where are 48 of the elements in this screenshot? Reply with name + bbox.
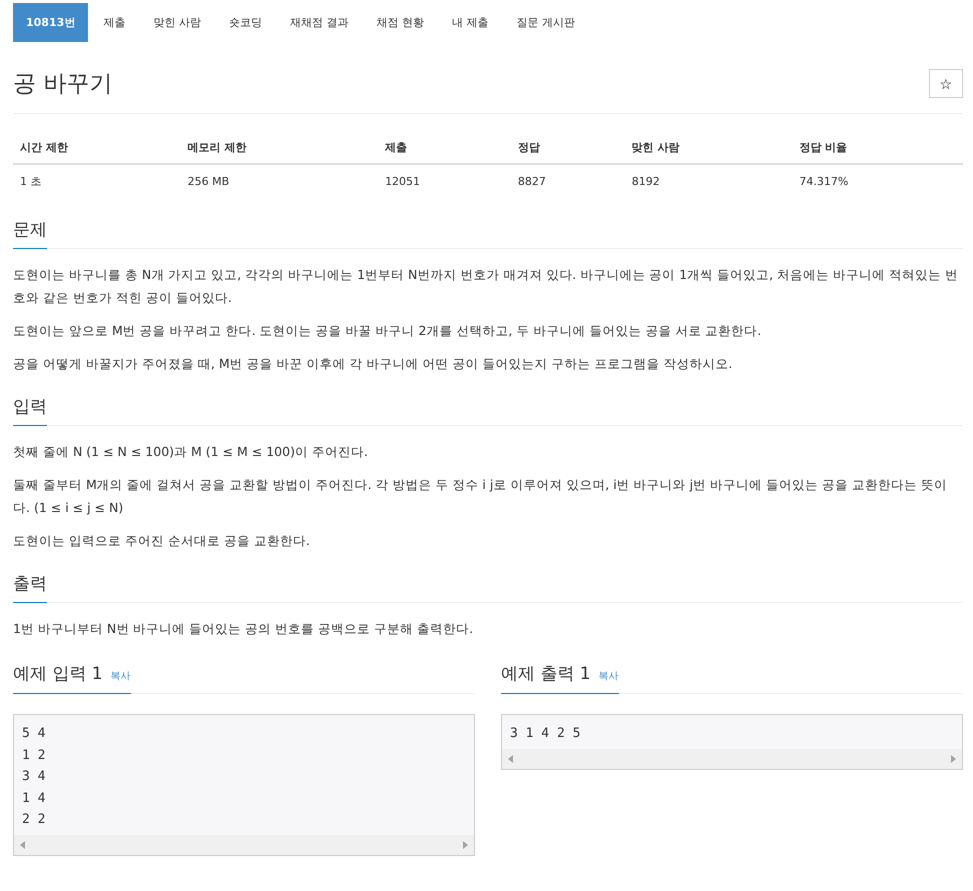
section-heading: 문제 [13,212,47,249]
paragraph: 첫째 줄에 N (1 ≤ N ≤ 100)과 M (1 ≤ M ≤ 100)이 주어진다. [13,443,369,461]
copy-link[interactable]: 복사 [110,669,131,683]
copy-link[interactable]: 복사 [598,669,619,683]
problem-tab[interactable]: 질문 게시판 [503,3,588,42]
table-cell: 74.317% [792,164,963,198]
table-cell: 1 초 [13,164,181,198]
code-line: 1 2 [22,746,46,764]
paragraph: 도현이는 바구니를 총 N개 가지고 있고, 각각의 바구니에는 1번부터 N번까지 번호가 매겨져 있다. 바구니에는 공이 1개씩 들어있고, 처음에는 바구니에 적혀있는 번호와 같은 번호가 적힌 공이 들어있다. [13,266,959,307]
problem-tab[interactable]: 10813번 [13,3,88,42]
column-header: 정답 [510,132,625,164]
sample-title: 예제 출력 1 [501,663,591,685]
code-line: 2 2 [22,811,46,829]
sample-title: 예제 입력 1 [13,663,103,685]
paragraph: 공을 어떻게 바꿀지가 주어졌을 때, M번 공을 바꾼 이후에 각 바구니에 어떤 공이 들어있는지 구하는 프로그램을 작성하시오. [13,355,734,373]
problem-title: 공 바꾸기 [13,70,112,99]
scroll-left-icon[interactable] [507,754,515,764]
section-heading: 입력 [13,389,47,426]
scroll-left-icon[interactable] [19,840,27,850]
section-heading: 출력 [13,566,47,603]
scroll-right-icon[interactable] [461,840,469,850]
paragraph: 도현이는 앞으로 M번 공을 바꾸려고 한다. 도현이는 공을 바꿀 바구니 2개를 선택하고, 두 바구니에 들어있는 공을 서로 교환한다. [13,322,762,340]
paragraph: 1번 바구니부터 N번 바구니에 들어있는 공의 번호를 공백으로 구분해 출력한다. [13,620,474,638]
column-header: 정답 비율 [792,132,963,164]
column-header: 시간 제한 [13,132,181,164]
table-cell: 256 MB [180,164,378,198]
paragraph: 둘째 줄부터 M개의 줄에 걸쳐서 공을 교환할 방법이 주어진다. 각 방법은 두 정수 i j로 이루어져 있으며, i번 바구니와 j번 바구니에 들어있는 공을 교환한다는 뜻이다. (1 ≤ i ≤ j ≤ N) [13,476,948,517]
column-header: 메모리 제한 [180,132,378,164]
column-header: 맞힌 사람 [624,132,792,164]
code-line: 3 1 4 2 5 [510,725,582,743]
code-line: 5 4 [22,725,46,743]
horizontal-scrollbar[interactable] [14,834,474,854]
table-cell: 8192 [624,164,792,198]
problem-tab[interactable]: 채점 현황 [363,3,437,42]
table-cell: 12051 [378,164,511,198]
problem-tab[interactable]: 맞힌 사람 [140,3,214,42]
code-line: 3 4 [22,768,46,786]
paragraph: 도현이는 입력으로 주어진 순서대로 공을 교환한다. [13,532,311,550]
problem-tab[interactable]: 내 제출 [438,3,502,42]
scroll-right-icon[interactable] [949,754,957,764]
column-header: 제출 [378,132,511,164]
star-button[interactable]: ☆ [929,69,963,98]
problem-tab[interactable]: 숏코딩 [216,3,275,42]
code-line: 1 4 [22,790,46,808]
problem-tab[interactable]: 제출 [90,3,138,42]
problem-tab[interactable]: 재채점 결과 [276,3,362,42]
table-cell: 8827 [510,164,625,198]
horizontal-scrollbar[interactable] [502,748,962,768]
